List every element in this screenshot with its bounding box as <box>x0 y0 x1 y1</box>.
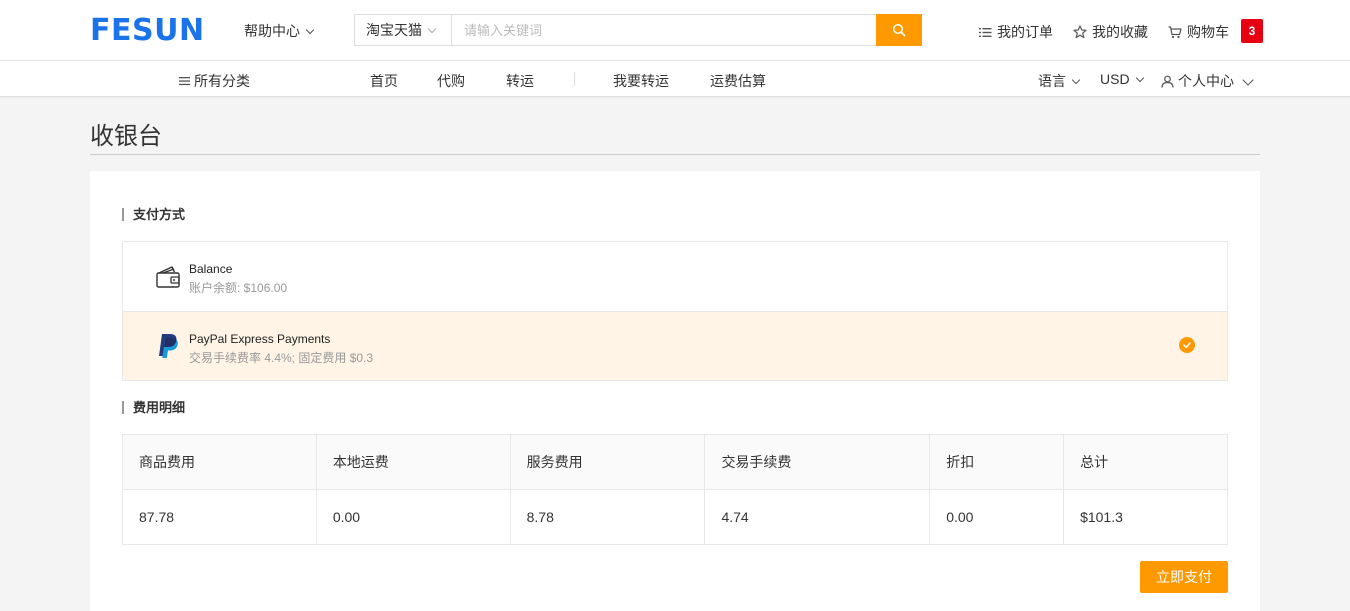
cell-goods: 87.78 <box>122 489 317 545</box>
payment-option-desc: 账户余额: $106.00 <box>189 281 288 295</box>
fee-table: 商品费用 本地运费 服务费用 交易手续费 折扣 总计 87.78 0.00 8.… <box>122 434 1228 545</box>
nav-purchase-agent[interactable]: 代购 <box>437 71 465 91</box>
all-categories-label: 所有分类 <box>194 73 250 89</box>
cart-icon <box>1168 25 1182 38</box>
col-header-transaction-fee: 交易手续费 <box>704 434 931 490</box>
nav-forwarding[interactable]: 转运 <box>506 71 534 91</box>
list-icon <box>979 27 992 37</box>
chevron-down-icon <box>1071 75 1081 84</box>
cell-local-shipping: 0.00 <box>315 489 511 545</box>
help-center-label: 帮助中心 <box>244 23 300 39</box>
pay-now-button[interactable]: 立即支付 <box>1140 561 1228 593</box>
title-divider <box>90 154 1260 155</box>
currency-label: USD <box>1100 71 1130 87</box>
account-label: 个人中心 <box>1178 73 1234 89</box>
checkout-card: 支付方式 Balance 账户余额: $106.00 PayPal Expres… <box>90 171 1260 611</box>
site-logo[interactable]: FESUN <box>90 13 205 48</box>
nav-home[interactable]: 首页 <box>370 71 398 91</box>
page-title: 收银台 <box>90 123 162 150</box>
cart-link[interactable]: 购物车 3 <box>1168 19 1263 43</box>
payment-option-paypal[interactable]: PayPal Express Payments 交易手续费率 4.4%; 固定费… <box>123 311 1227 380</box>
language-label: 语言 <box>1038 73 1066 89</box>
payment-options-list: Balance 账户余额: $106.00 PayPal Express Pay… <box>122 241 1228 381</box>
paypal-icon <box>159 334 178 358</box>
menu-icon <box>179 77 190 86</box>
nav-shipping-estimate[interactable]: 运费估算 <box>710 71 766 91</box>
platform-select-value: 淘宝天猫 <box>366 22 422 38</box>
payment-option-name: Balance <box>189 262 233 276</box>
account-menu[interactable]: 个人中心 <box>1161 71 1254 91</box>
wallet-icon <box>156 266 180 288</box>
header-links: 我的订单 我的收藏 购物车 3 <box>979 19 1263 43</box>
my-favorites-link[interactable]: 我的收藏 <box>1073 22 1148 42</box>
top-header: FESUN 帮助中心 淘宝天猫 我的订单 <box>0 0 1350 61</box>
chevron-down-icon <box>1242 73 1254 86</box>
nav-divider <box>574 72 575 86</box>
cart-count-badge: 3 <box>1241 19 1263 43</box>
table-header-row: 商品费用 本地运费 服务费用 交易手续费 折扣 总计 <box>122 434 1228 490</box>
table-row: 87.78 0.00 8.78 4.74 0.00 $101.3 <box>122 489 1228 545</box>
cart-label: 购物车 <box>1187 24 1229 40</box>
col-header-goods: 商品费用 <box>122 434 317 490</box>
payment-option-desc: 交易手续费率 4.4%; 固定费用 $0.3 <box>189 351 374 365</box>
cell-service-fee: 8.78 <box>509 489 706 545</box>
col-header-service-fee: 服务费用 <box>509 434 706 490</box>
platform-select[interactable]: 淘宝天猫 <box>355 15 452 45</box>
star-icon <box>1073 25 1087 39</box>
col-header-local-shipping: 本地运费 <box>315 434 511 490</box>
my-orders-label: 我的订单 <box>997 24 1053 40</box>
search-input[interactable] <box>452 15 876 45</box>
cell-transaction-fee: 4.74 <box>704 489 931 545</box>
col-header-discount: 折扣 <box>929 434 1065 490</box>
help-center-menu[interactable]: 帮助中心 <box>244 21 315 41</box>
language-menu[interactable]: 语言 <box>1038 71 1081 91</box>
chevron-down-icon <box>1135 73 1144 82</box>
col-header-total: 总计 <box>1063 434 1228 490</box>
all-categories-menu[interactable]: 所有分类 <box>179 71 250 91</box>
cell-discount: 0.00 <box>929 489 1065 545</box>
my-favorites-label: 我的收藏 <box>1092 24 1148 40</box>
search-button[interactable] <box>876 14 922 46</box>
nav-bar: 所有分类 首页 代购 转运 我要转运 运费估算 语言 USD 个人中心 <box>0 61 1350 97</box>
chevron-down-icon <box>427 24 437 33</box>
payment-method-heading: 支付方式 <box>122 208 185 221</box>
payment-option-name: PayPal Express Payments <box>189 332 331 346</box>
user-icon <box>1161 75 1174 88</box>
search-icon <box>892 23 906 37</box>
nav-request-forwarding[interactable]: 我要转运 <box>613 71 669 91</box>
fee-details-heading: 费用明细 <box>122 401 185 414</box>
currency-menu[interactable]: USD <box>1100 71 1144 87</box>
cell-total: $101.3 <box>1063 489 1228 545</box>
search-bar: 淘宝天猫 <box>354 14 922 46</box>
payment-option-balance[interactable]: Balance 账户余额: $106.00 <box>123 242 1227 311</box>
selected-check-icon <box>1179 337 1195 353</box>
my-orders-link[interactable]: 我的订单 <box>979 22 1053 42</box>
chevron-down-icon <box>305 25 315 34</box>
